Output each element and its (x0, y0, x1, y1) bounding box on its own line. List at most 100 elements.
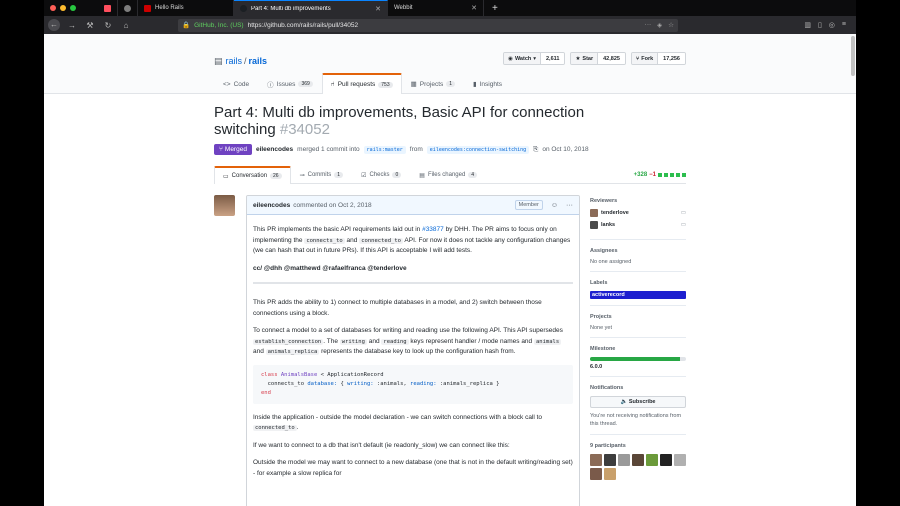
menu-icon[interactable]: ≡ (842, 21, 846, 29)
repo-owner-link[interactable]: rails (226, 56, 243, 66)
pull-requests-count: 753 (378, 81, 393, 88)
tab-label: Pull requests (337, 81, 376, 88)
extension-icon[interactable]: ◎ (829, 21, 835, 29)
zoom-window-button[interactable] (70, 5, 76, 11)
files-count: 4 (468, 172, 478, 178)
base-branch[interactable]: rails:master (363, 145, 406, 154)
labels-heading[interactable]: Labels (590, 280, 686, 286)
inline-code: connects_to (304, 237, 345, 244)
reviewers-heading[interactable]: Reviewers (590, 198, 686, 204)
pocket-icon[interactable]: ◈ (657, 21, 662, 29)
inline-code: connected_to (359, 237, 403, 244)
head-branch[interactable]: eileencodes:connection-switching (426, 145, 530, 154)
tab-conversation[interactable]: ▭ Conversation 26 (214, 166, 291, 184)
pr-number: #34052 (279, 121, 330, 138)
issue-icon: ⓘ (267, 82, 274, 89)
comment-author-link[interactable]: eileencodes (253, 202, 290, 209)
milestone-progress-fill (590, 357, 681, 361)
home-button[interactable]: ⌂ (120, 21, 132, 30)
avatar[interactable] (646, 454, 658, 466)
avatar[interactable] (660, 454, 672, 466)
repo-tab-code[interactable]: <> Code (214, 73, 258, 94)
repo-tab-projects[interactable]: ▦ Projects 1 (402, 73, 464, 94)
tab-hello-rails[interactable]: Hello Rails (138, 0, 234, 16)
tab-files-changed[interactable]: ▤ Files changed 4 (410, 166, 486, 183)
close-window-button[interactable] (50, 5, 56, 11)
minimize-window-button[interactable] (60, 5, 66, 11)
code-symbol: writing: (347, 380, 374, 387)
sidebar-icon[interactable]: ▯ (818, 21, 822, 29)
watch-count[interactable]: 2,611 (541, 53, 565, 64)
comment-paragraph: If we want to connect to a db that isn't… (253, 441, 510, 449)
repo-name-link[interactable]: rails (249, 56, 268, 66)
watch-button[interactable]: ◉ Watch ▾ 2,611 (503, 52, 566, 65)
code-block: class AnimalsBase < ApplicationRecord co… (253, 364, 573, 404)
milestone-heading[interactable]: Milestone (590, 346, 686, 352)
repo-tab-issues[interactable]: ⓘ Issues 369 (258, 73, 322, 94)
repo-tab-pull-requests[interactable]: ⑁ Pull requests 753 (321, 73, 402, 94)
star-count[interactable]: 42,825 (598, 53, 625, 64)
nav-bar: ← → ⚒ ↻ ⌂ 🔒 GitHub, Inc. (US) https://gi… (44, 16, 856, 34)
subscribe-button[interactable]: 🔈 Subscribe (590, 396, 686, 408)
fork-button[interactable]: ⑂ Fork 17,256 (630, 52, 686, 65)
avatar[interactable] (590, 454, 602, 466)
text: This PR implements the basic API require… (253, 226, 423, 233)
pinned-tab-1[interactable] (98, 0, 118, 16)
projects-section: Projects None yet (590, 314, 686, 338)
pinned-tab-2[interactable] (118, 0, 138, 16)
bookmark-star-icon[interactable]: ☆ (668, 21, 674, 29)
scrollbar[interactable] (851, 36, 855, 76)
assignees-heading[interactable]: Assignees (590, 248, 686, 254)
comment-avatar[interactable] (214, 195, 235, 216)
repo-tab-insights[interactable]: ▮ Insights (464, 73, 511, 94)
new-tab-button[interactable]: + (484, 3, 506, 14)
back-button[interactable]: ← (48, 19, 60, 31)
projects-value: None yet (590, 325, 613, 331)
comment-header: eileencodes commented on Oct 2, 2018 Mem… (247, 196, 579, 215)
merge-icon: ⑂ (219, 146, 223, 153)
wrench-icon[interactable]: ⚒ (84, 21, 96, 30)
reviewer-name[interactable]: tenderlove (601, 210, 629, 216)
tab-pull-request[interactable]: Part 4: Multi db improvements ✕ (234, 0, 388, 16)
star-button[interactable]: ★ Star 42,825 (570, 52, 626, 65)
tab-label: Insights (479, 80, 503, 88)
address-bar[interactable]: 🔒 GitHub, Inc. (US) https://github.com/r… (178, 18, 678, 32)
label-badge[interactable]: activerecord (590, 291, 686, 299)
tab-checks[interactable]: ☑ Checks 0 (352, 166, 410, 183)
close-tab-icon[interactable]: ✕ (375, 5, 381, 13)
copy-icon[interactable]: ⎘ (533, 146, 538, 154)
avatar[interactable] (632, 454, 644, 466)
reload-button[interactable]: ↻ (102, 21, 114, 30)
tab-webbit[interactable]: Webbit ✕ (388, 0, 484, 16)
reviewer-name[interactable]: lanks (601, 222, 615, 228)
reviewer-item[interactable]: lanks ▭ (590, 221, 686, 229)
forward-button[interactable]: → (66, 21, 78, 30)
projects-heading[interactable]: Projects (590, 314, 686, 320)
milestone-section: Milestone 6.0.0 (590, 346, 686, 377)
assignees-value: No one assigned (590, 259, 632, 265)
reaction-icon[interactable]: ☺ (551, 202, 558, 209)
pr-author-link[interactable]: eileencodes (256, 146, 293, 153)
issue-link[interactable]: #33877 (422, 226, 444, 233)
tab-commits[interactable]: ⊸ Commits 1 (291, 166, 352, 183)
library-icon[interactable]: ▥ (804, 21, 811, 29)
fork-icon: ⑂ (635, 55, 640, 62)
rails-favicon-icon (144, 4, 151, 12)
deletions: −1 (649, 171, 656, 178)
avatar[interactable] (604, 454, 616, 466)
more-actions-icon[interactable]: ··· (645, 21, 652, 29)
more-options-icon[interactable]: ··· (566, 202, 573, 209)
code-text: :animals, (373, 380, 411, 387)
avatar[interactable] (590, 468, 602, 480)
avatar[interactable] (604, 468, 616, 480)
avatar[interactable] (618, 454, 630, 466)
divider (253, 282, 573, 284)
milestone-name[interactable]: 6.0.0 (590, 364, 686, 370)
close-tab-icon[interactable]: ✕ (471, 4, 477, 12)
comment-date[interactable]: commented on Oct 2, 2018 (293, 202, 371, 209)
avatar[interactable] (674, 454, 686, 466)
reviewer-item[interactable]: tenderlove ▭ (590, 209, 686, 217)
cc-mentions[interactable]: cc/ @dhh @matthewd @rafaelfranca @tender… (253, 264, 573, 275)
member-badge: Member (514, 200, 543, 210)
fork-count[interactable]: 17,256 (658, 53, 685, 64)
